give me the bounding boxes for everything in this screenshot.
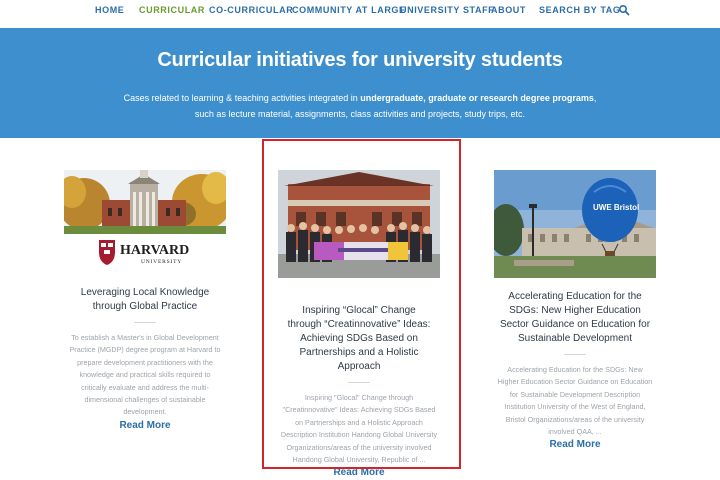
nav-search-by-tag[interactable]: SEARCH BY TAG <box>539 5 620 15</box>
harvard-logo-text: HARVARD <box>120 243 189 258</box>
page-title: Curricular initiatives for university st… <box>157 49 563 71</box>
nav-co-curricular[interactable]: CO-CURRICULAR <box>209 5 293 15</box>
nav-university-staff[interactable]: UNIVERSITY STAFF <box>400 5 494 15</box>
hero-desc-bold: undergraduate, graduate or research degr… <box>360 93 594 103</box>
nav-about[interactable]: ABOUT <box>491 5 526 15</box>
read-more-link[interactable]: Read More <box>278 467 440 478</box>
hero-desc-part1: Cases related to learning & teaching act… <box>123 93 361 103</box>
card-image-uwe[interactable]: UWE Bristol <box>494 170 656 278</box>
card-image-harvard[interactable]: HARVARD UNIVERSITY <box>64 170 226 278</box>
card-description: To establish a Master's in Global Develo… <box>69 333 221 417</box>
hero-banner: Curricular initiatives for university st… <box>0 28 720 138</box>
highlight-frame <box>262 139 461 469</box>
top-nav: HOME CURRICULAR CO-CURRICULAR COMMUNITY … <box>0 0 720 22</box>
nav-curricular[interactable]: CURRICULAR <box>139 5 205 15</box>
read-more-link[interactable]: Read More <box>494 439 656 450</box>
uwe-balloon-image: UWE Bristol <box>494 170 656 278</box>
case-card-uwe: UWE Bristol Accelerating Education for t… <box>494 170 656 450</box>
divider <box>564 354 586 355</box>
nav-home[interactable]: HOME <box>95 5 124 15</box>
hero-description: Cases related to learning & teaching act… <box>120 90 600 122</box>
card-title[interactable]: Accelerating Education for the SDGs: New… <box>494 290 656 346</box>
card-description: Accelerating Education for the SDGs: New… <box>497 365 653 437</box>
case-card-harvard: HARVARD UNIVERSITY Leveraging Local Know… <box>64 170 226 431</box>
divider <box>134 322 156 323</box>
harvard-logo-subtext: UNIVERSITY <box>141 259 182 265</box>
harvard-campus-image: HARVARD UNIVERSITY <box>64 170 226 278</box>
card-title[interactable]: Leveraging Local Knowledge through Globa… <box>64 286 226 314</box>
nav-community-at-large[interactable]: COMMUNITY AT LARGE <box>292 5 406 15</box>
read-more-link[interactable]: Read More <box>64 420 226 431</box>
balloon-text: UWE Bristol <box>593 203 639 212</box>
search-icon[interactable] <box>618 4 630 16</box>
